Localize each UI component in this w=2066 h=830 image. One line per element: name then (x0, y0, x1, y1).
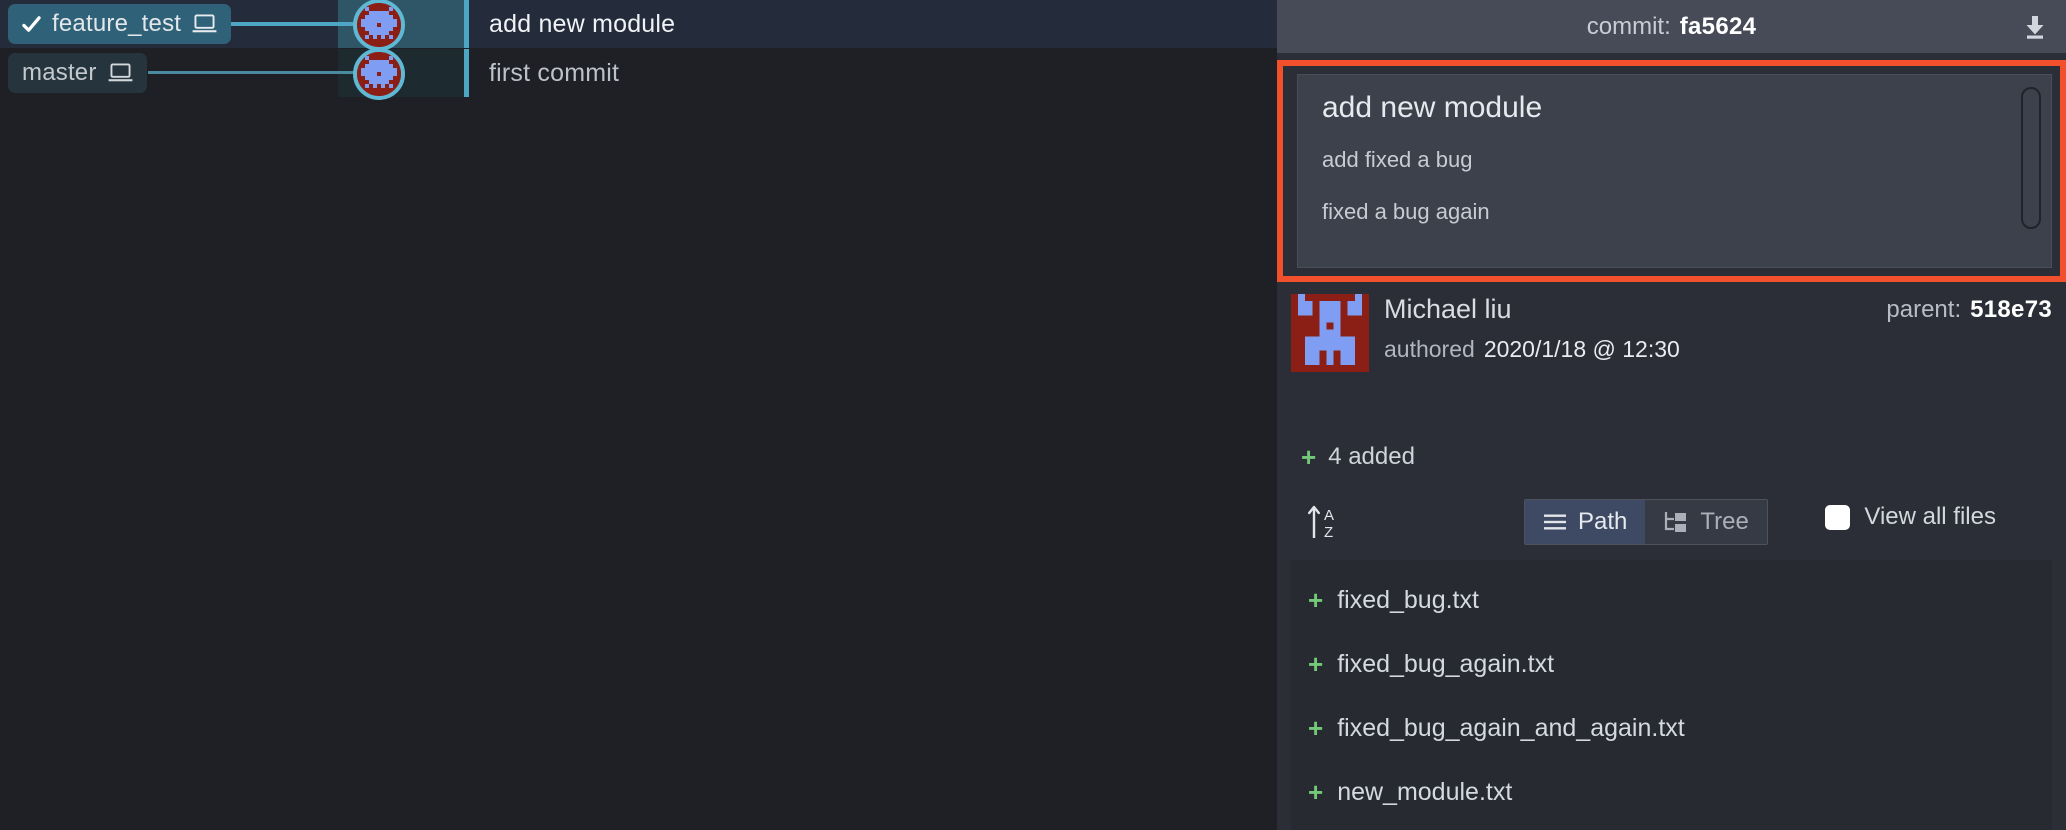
laptop-icon (192, 14, 217, 33)
commit-subject: add new module (489, 9, 676, 38)
file-name: fixed_bug_again.txt (1337, 649, 1555, 678)
commit-id: commit: fa5624 (1587, 13, 1757, 41)
commit-id-label: commit: (1586, 12, 1671, 40)
svg-text:Z: Z (1324, 524, 1333, 541)
file-name: fixed_bug.txt (1337, 585, 1479, 614)
message-scrollbar[interactable] (2021, 87, 2041, 229)
commit-message-inner: add new module add fixed a bug fixed a b… (1297, 74, 2052, 268)
plus-icon: + (1308, 713, 1324, 743)
author-date-row: authored 2020/1/18 @ 12:30 (1384, 336, 1680, 363)
view-all-files-toggle[interactable]: View all files (1825, 503, 1996, 531)
commit-node[interactable] (353, 0, 405, 51)
commit-subject: first commit (489, 58, 620, 87)
added-count-label: 4 added (1328, 443, 1415, 470)
avatar (1291, 294, 1369, 372)
parent-commit[interactable]: parent: 518e73 (1886, 296, 2052, 324)
view-mode-path-label: Path (1578, 508, 1628, 535)
sort-alpha-asc-icon: A Z (1308, 505, 1334, 541)
svg-text:A: A (1324, 507, 1334, 524)
file-list-item[interactable]: + new_module.txt (1291, 760, 2052, 824)
parent-label: parent: (1886, 296, 1962, 323)
file-name: fixed_bug_again_and_again.txt (1337, 713, 1685, 742)
identicon-icon (357, 52, 401, 96)
authored-label: authored (1384, 336, 1475, 362)
identicon-avatar-icon (1291, 294, 1369, 372)
commit-message-line: add fixed a bug (1322, 147, 1473, 172)
commit-graph-panel: add new module first commit feature_test… (0, 0, 1277, 830)
identicon-icon (357, 3, 401, 47)
files-toolbar: A Z Path Tree View all files (1277, 495, 2066, 550)
view-mode-tree[interactable]: Tree (1645, 500, 1767, 544)
branch-name: master (22, 59, 97, 86)
commit-author-block: Michael liu authored 2020/1/18 @ 12:30 p… (1277, 290, 2066, 378)
commit-message-box[interactable]: add new module add fixed a bug fixed a b… (1277, 60, 2066, 282)
branch-connector-line (148, 71, 368, 74)
parent-hash: 518e73 (1970, 296, 2052, 323)
view-mode-toggle[interactable]: Path Tree (1524, 499, 1768, 545)
added-files-summary: + 4 added (1301, 443, 1415, 471)
file-name: new_module.txt (1337, 777, 1513, 806)
branch-connector-line (228, 22, 368, 26)
commit-message-line: fixed a bug again (1322, 199, 1490, 224)
lane-divider (464, 0, 469, 48)
commit-node[interactable] (353, 48, 405, 100)
lane-divider (464, 49, 469, 97)
list-lines-icon (1544, 514, 1566, 530)
sort-alpha-asc-button[interactable]: A Z (1301, 499, 1347, 545)
view-all-files-label: View all files (1864, 503, 1996, 530)
commit-id-value: fa5624 (1679, 12, 1757, 40)
commit-detail-panel: commit: fa5624 add new module add fixed … (1277, 0, 2066, 830)
authored-date: 2020/1/18 @ 12:30 (1483, 336, 1680, 362)
file-list-item[interactable]: + fixed_bug_again.txt (1291, 632, 2052, 696)
branch-label-feature-test[interactable]: feature_test (8, 4, 232, 44)
commit-detail-header: commit: fa5624 (1277, 0, 2066, 53)
file-list-item[interactable]: + fixed_bug.txt (1291, 568, 2052, 632)
commit-message-title: add new module (1322, 91, 1543, 124)
changed-files-list[interactable]: + fixed_bug.txt + fixed_bug_again.txt + … (1291, 560, 2052, 830)
plus-icon: + (1308, 777, 1324, 807)
plus-icon: + (1308, 649, 1324, 679)
check-icon (22, 15, 41, 32)
view-all-files-checkbox[interactable] (1825, 504, 1851, 530)
author-name: Michael liu (1384, 294, 1512, 324)
plus-icon: + (1308, 585, 1324, 615)
branch-name: feature_test (52, 10, 182, 37)
tree-structure-icon (1665, 512, 1687, 532)
download-icon (2026, 16, 2044, 39)
commit-graph-app: add new module first commit feature_test… (0, 0, 2066, 830)
view-mode-tree-label: Tree (1700, 508, 1749, 535)
plus-icon: + (1301, 442, 1317, 472)
branch-label-master[interactable]: master (8, 53, 147, 93)
download-button[interactable] (2020, 13, 2050, 41)
file-list-item[interactable]: + fixed_bug_again_and_again.txt (1291, 696, 2052, 760)
view-mode-path[interactable]: Path (1525, 500, 1646, 544)
laptop-icon (108, 63, 132, 82)
